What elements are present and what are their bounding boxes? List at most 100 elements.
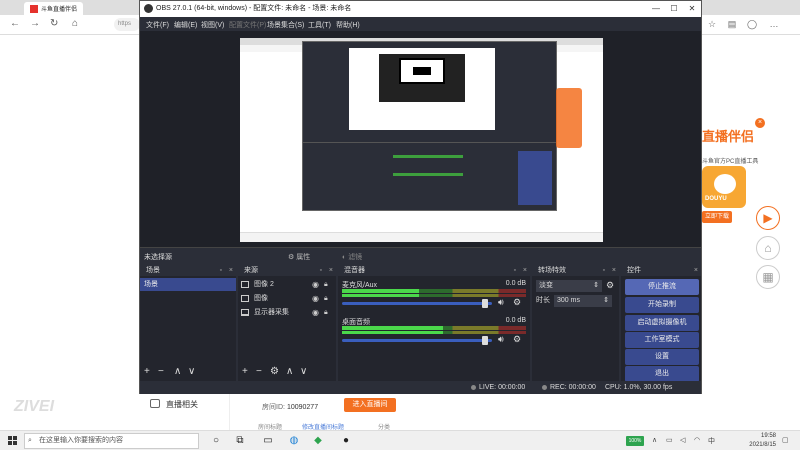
obs-logo-icon: [144, 4, 153, 13]
more-icon[interactable]: …: [766, 19, 782, 31]
battery-badge[interactable]: 100%: [626, 436, 644, 446]
add-scene-button[interactable]: +: [144, 366, 150, 377]
scene-item[interactable]: 场景: [140, 278, 236, 291]
channel-settings-icon[interactable]: ⚙: [513, 297, 521, 308]
clock[interactable]: 19:58 2021/8/15: [736, 432, 776, 450]
refresh-icon[interactable]: ↻: [50, 18, 58, 29]
home-icon[interactable]: ⌂: [72, 18, 78, 29]
qr-icon[interactable]: ▦: [756, 265, 780, 289]
transition-type-select[interactable]: 淡变 ⇕ ⚙: [536, 280, 616, 292]
transition-settings-icon[interactable]: ⚙: [606, 280, 614, 291]
dock-close-icon[interactable]: ×: [229, 265, 233, 276]
source-item[interactable]: 图像 ◉ 🔒︎: [238, 292, 336, 305]
remove-source-button[interactable]: −: [256, 366, 262, 377]
edge-icon[interactable]: ◍: [288, 435, 300, 447]
task-view-icon[interactable]: ⧉: [234, 435, 246, 447]
obs-taskbar-icon[interactable]: ●: [340, 435, 352, 447]
lock-icon[interactable]: 🔒︎: [324, 292, 328, 305]
minimize-icon[interactable]: —: [647, 1, 665, 17]
dock-float-icon[interactable]: ▫: [514, 265, 516, 276]
source-up-button[interactable]: ∧: [286, 366, 293, 377]
menu-live-settings[interactable]: 直播相关: [138, 394, 230, 430]
dock-float-icon[interactable]: ▫: [320, 265, 322, 276]
mixer-channel: 麦克风/Aux 0.0 dB 🔊︎ ⚙: [342, 280, 526, 320]
wifi-icon[interactable]: ◠: [694, 436, 700, 444]
volume-icon[interactable]: ◁: [680, 436, 685, 444]
dock-close-icon[interactable]: ×: [612, 265, 616, 276]
ime-indicator[interactable]: 中: [708, 436, 715, 446]
dock-close-icon[interactable]: ×: [329, 265, 333, 276]
file-explorer-icon[interactable]: ▭: [262, 435, 274, 447]
volume-slider[interactable]: [342, 339, 492, 342]
favorites-icon[interactable]: ☆: [704, 19, 720, 31]
dock-close-icon[interactable]: ×: [523, 265, 527, 276]
channel-settings-icon[interactable]: ⚙: [513, 334, 521, 345]
menu-edit[interactable]: 编辑(E): [174, 20, 197, 30]
network-icon[interactable]: ▭: [666, 436, 673, 444]
ad-download-button[interactable]: 立即下载: [702, 211, 732, 223]
notification-icon[interactable]: ▢: [782, 436, 789, 444]
speaker-icon[interactable]: 🔊︎: [498, 334, 504, 345]
virtual-camera-button[interactable]: 启动虚拟摄像机: [625, 315, 699, 331]
menu-scene-collection[interactable]: 场景集合(S): [267, 20, 304, 30]
visibility-icon[interactable]: ◉: [312, 306, 319, 319]
settings-button[interactable]: 设置: [625, 349, 699, 365]
source-item[interactable]: 显示器采集 ◉ 🔒︎: [238, 306, 336, 319]
speaker-icon[interactable]: 🔊︎: [498, 297, 504, 308]
obs-menubar: 文件(F) 编辑(E) 视图(V) 配置文件(P) 场景集合(S) 工具(T) …: [140, 17, 701, 31]
duration-input[interactable]: 300 ms ⇕: [554, 295, 612, 307]
play-icon[interactable]: ▶: [756, 206, 780, 230]
stop-streaming-button[interactable]: 停止推流: [625, 279, 699, 295]
close-icon[interactable]: ✕: [683, 1, 701, 17]
volume-knob[interactable]: [481, 336, 488, 345]
browser-tab[interactable]: 斗鱼直播伴侣: [24, 2, 84, 15]
preview-area[interactable]: [140, 31, 701, 247]
collections-icon[interactable]: ▤: [724, 19, 740, 31]
back-icon[interactable]: ←: [10, 18, 20, 29]
source-down-button[interactable]: ∨: [300, 366, 307, 377]
home-side-icon[interactable]: ⌂: [756, 236, 780, 260]
taskbar-search[interactable]: ⌕ 在这里输入你要搜索的内容: [24, 433, 199, 449]
enter-room-button[interactable]: 进入直播间: [344, 398, 396, 412]
douyu-ad[interactable]: 直播伴侣 斗鱼官方PC直播工具 DOUYU 立即下载: [702, 116, 758, 236]
visibility-icon[interactable]: ◉: [312, 292, 319, 305]
source-item[interactable]: 图像 2 ◉ 🔒︎: [238, 278, 336, 291]
dock-float-icon[interactable]: ▫: [220, 265, 222, 276]
start-recording-button[interactable]: 开始录制: [625, 297, 699, 313]
lock-icon[interactable]: 🔒︎: [324, 278, 328, 291]
forward-icon[interactable]: →: [30, 18, 40, 29]
volume-knob[interactable]: [481, 299, 488, 308]
add-source-button[interactable]: +: [242, 366, 248, 377]
cortana-icon[interactable]: ○: [210, 435, 222, 447]
menu-help[interactable]: 帮助(H): [336, 20, 360, 30]
source-toolbar: 未选择源 ⚙ 属性 ◐ 滤镜: [140, 247, 701, 265]
menu-file[interactable]: 文件(F): [146, 20, 169, 30]
ad-close-icon[interactable]: ×: [755, 118, 765, 128]
no-source-label: 未选择源: [144, 254, 172, 261]
windows-start-icon[interactable]: [8, 436, 18, 446]
visibility-icon[interactable]: ◉: [312, 278, 319, 291]
dock-close-icon[interactable]: ×: [694, 265, 698, 276]
source-settings-icon[interactable]: ⚙: [270, 366, 279, 377]
studio-mode-button[interactable]: 工作室模式: [625, 332, 699, 348]
lock-icon[interactable]: 🔒︎: [324, 306, 328, 319]
address-bar[interactable]: https: [114, 18, 140, 31]
menu-view[interactable]: 视图(V): [201, 20, 224, 30]
profile-icon[interactable]: ◯: [744, 19, 760, 31]
app-icon[interactable]: ◆: [312, 435, 324, 447]
windows-taskbar: ⌕ 在这里输入你要搜索的内容 ○ ⧉ ▭ ◍ ◆ ● 100% ∧ ▭ ◁ ◠ …: [0, 430, 800, 450]
menu-profile[interactable]: 配置文件(P): [229, 20, 266, 30]
remove-scene-button[interactable]: −: [158, 366, 164, 377]
preview-canvas: [240, 38, 603, 242]
tray-chevron-icon[interactable]: ∧: [652, 436, 657, 444]
level-meter: [342, 326, 526, 330]
exit-button[interactable]: 退出: [625, 366, 699, 382]
volume-slider[interactable]: [342, 302, 492, 305]
filters-button[interactable]: ◐ 滤镜: [342, 252, 362, 262]
scene-down-button[interactable]: ∨: [188, 366, 195, 377]
maximize-icon[interactable]: ☐: [665, 1, 683, 17]
dock-float-icon[interactable]: ▫: [603, 265, 605, 276]
scene-up-button[interactable]: ∧: [174, 366, 181, 377]
properties-button[interactable]: ⚙ 属性: [288, 252, 310, 262]
menu-tools[interactable]: 工具(T): [308, 20, 331, 30]
